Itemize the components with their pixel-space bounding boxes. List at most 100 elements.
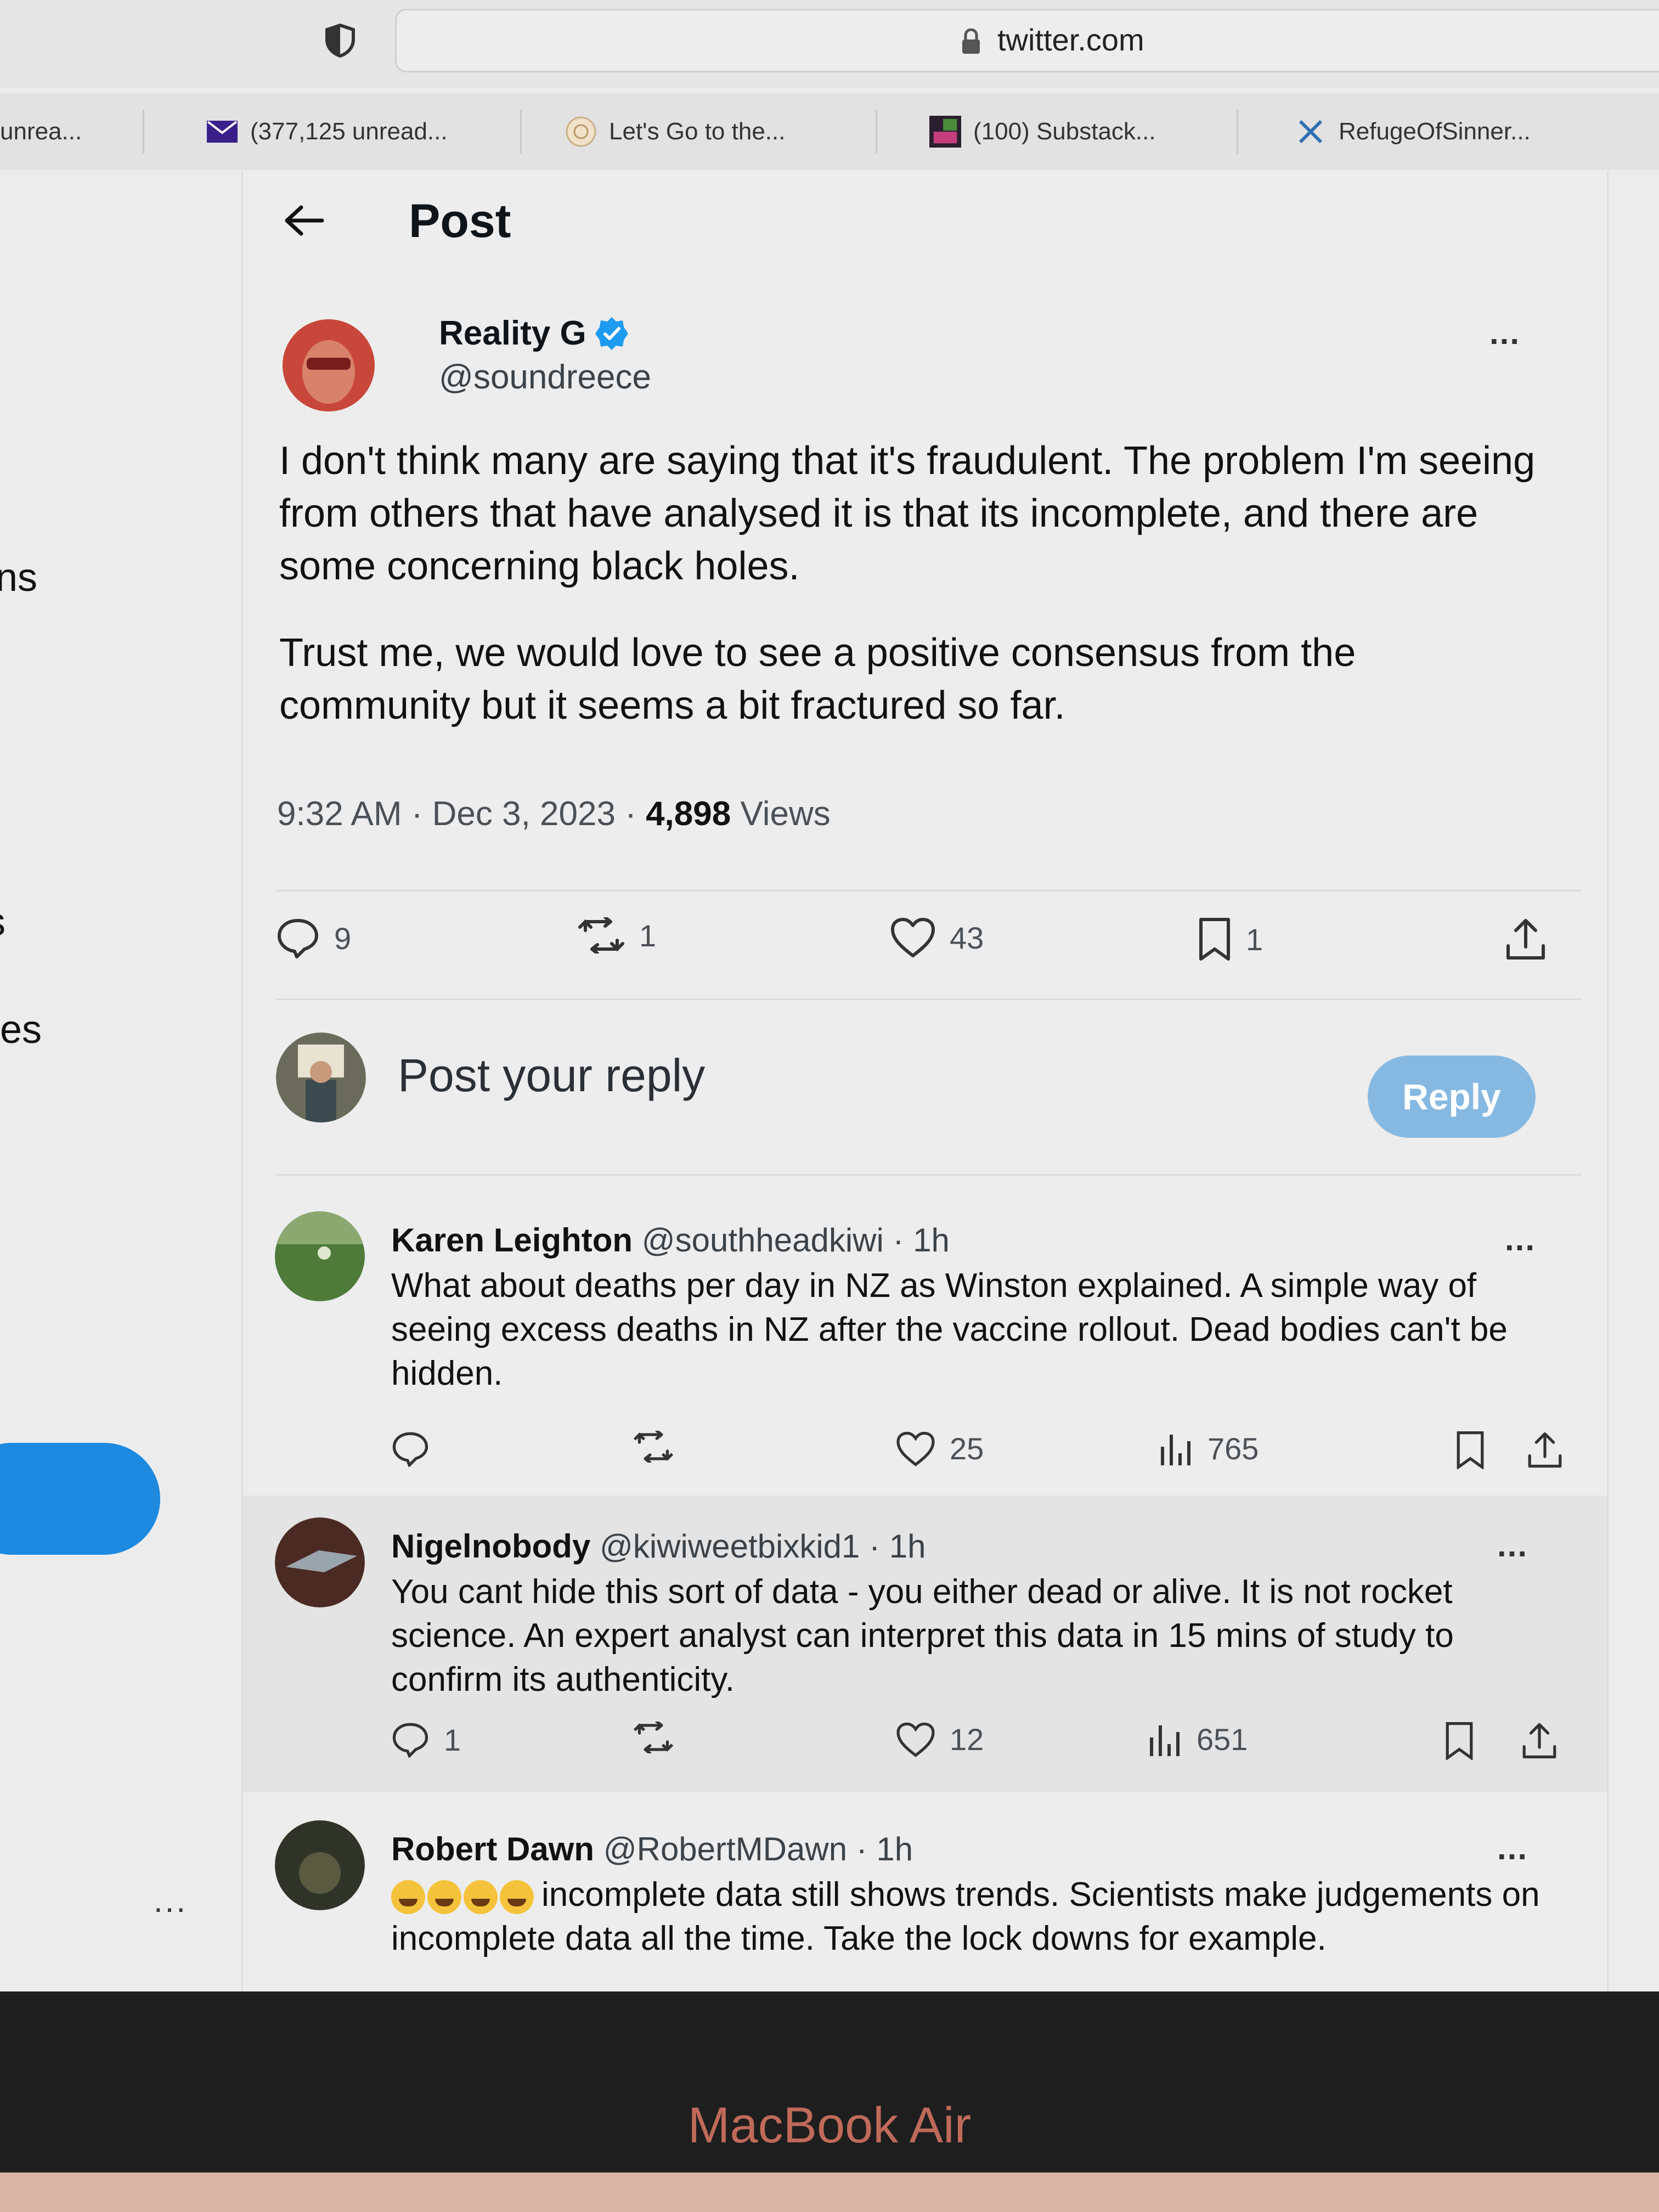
- author-name[interactable]: Reality G: [439, 314, 586, 353]
- joy-emoji-icon: [427, 1880, 461, 1914]
- divider: [276, 1174, 1582, 1176]
- tab-lets-go[interactable]: Let's Go to the...: [565, 93, 872, 170]
- reply-count: 9: [334, 921, 352, 956]
- avatar[interactable]: [276, 1032, 366, 1122]
- reply-author-handle[interactable]: @southheadkiwi: [642, 1222, 884, 1259]
- reply-author-handle[interactable]: @RobertMDawn: [603, 1831, 847, 1867]
- site-icon: [565, 116, 597, 148]
- avatar[interactable]: [283, 319, 375, 411]
- divider: [276, 998, 1582, 1000]
- tab-x[interactable]: RefugeOfSinner...: [1295, 93, 1646, 170]
- sidebar-partial-label[interactable]: ns: [0, 555, 37, 600]
- repost-icon: [633, 1431, 674, 1463]
- rofl-emoji-icon: [391, 1880, 425, 1914]
- post-time[interactable]: 9:32 AM: [277, 795, 402, 833]
- reply-author-handle[interactable]: @kiwiweetbixkid1: [600, 1528, 860, 1565]
- bookmark-action[interactable]: [1455, 1431, 1499, 1469]
- share-action[interactable]: [1505, 917, 1561, 961]
- sidebar-partial-label[interactable]: es: [0, 1007, 42, 1052]
- back-arrow-icon[interactable]: [283, 204, 324, 237]
- reply-text: What about deaths per day in NZ as Winst…: [391, 1267, 1508, 1392]
- post-paragraph: I don't think many are saying that it's …: [279, 439, 1536, 588]
- reply-header: Karen Leighton @southheadkiwi · 1h: [391, 1221, 950, 1259]
- tab-divider: [143, 110, 144, 154]
- reply-action[interactable]: 9: [276, 917, 351, 959]
- substack-icon: [929, 116, 961, 148]
- like-action[interactable]: 25: [896, 1431, 984, 1466]
- reply-action[interactable]: 1: [391, 1722, 461, 1758]
- views-count: 651: [1197, 1722, 1248, 1757]
- views-action[interactable]: 765: [1159, 1431, 1259, 1466]
- main-column: Post Reality G @soundreece ... I don't t…: [241, 171, 1609, 1991]
- more-options-icon[interactable]: ...: [1497, 1829, 1528, 1867]
- bookmark-count: 1: [1246, 922, 1263, 957]
- tab-bar: unrea... (377,125 unread... Let's Go to …: [0, 93, 1659, 170]
- reply-composer: Post your reply Reply: [276, 1016, 1582, 1138]
- repost-action[interactable]: [633, 1722, 689, 1753]
- views-count: 4,898: [646, 795, 731, 833]
- post-date[interactable]: Dec 3, 2023: [432, 795, 616, 833]
- reply-author-name[interactable]: Nigelnobody: [391, 1528, 590, 1565]
- bookmark-icon: [1199, 918, 1230, 961]
- tab-label: (377,125 unread...: [250, 118, 448, 145]
- share-icon: [1528, 1432, 1562, 1468]
- more-options-icon[interactable]: ...: [1505, 1220, 1536, 1258]
- share-action[interactable]: [1521, 1722, 1572, 1760]
- desk-surface: [0, 2172, 1659, 2212]
- tab-divider: [520, 110, 522, 154]
- reply-header: Robert Dawn @RobertMDawn · 1h: [391, 1830, 913, 1868]
- author-name-row: Reality G: [439, 314, 629, 353]
- tab-mail[interactable]: (377,125 unread...: [206, 93, 514, 170]
- repost-action[interactable]: [633, 1431, 689, 1463]
- reply-header: Nigelnobody @kiwiweetbixkid1 · 1h: [391, 1527, 926, 1565]
- mail-icon: [206, 116, 238, 148]
- share-icon: [1506, 919, 1545, 960]
- views-action[interactable]: 651: [1148, 1722, 1248, 1757]
- reply-item[interactable]: Karen Leighton @southheadkiwi · 1h ... W…: [243, 1189, 1607, 1420]
- more-options-icon[interactable]: ...: [1489, 314, 1520, 352]
- reply-action[interactable]: [391, 1431, 444, 1467]
- reply-button[interactable]: Reply: [1368, 1056, 1536, 1138]
- screen: twitter.com unrea... (377,125 unread... …: [0, 0, 1659, 1991]
- avatar[interactable]: [275, 1820, 365, 1910]
- heart-icon: [896, 1722, 935, 1757]
- sidebar-post-button[interactable]: [0, 1443, 160, 1555]
- post-author: Reality G @soundreece ...: [283, 308, 1544, 418]
- bookmark-action[interactable]: [1444, 1722, 1488, 1760]
- divider: [276, 890, 1582, 891]
- avatar[interactable]: [275, 1211, 365, 1301]
- sidebar-more-dots[interactable]: ...: [154, 1882, 188, 1920]
- tab-unread[interactable]: unrea...: [0, 93, 137, 170]
- tab-label: RefugeOfSinner...: [1339, 118, 1531, 145]
- sidebar-partial-label[interactable]: s: [0, 900, 5, 945]
- reply-icon: [392, 1432, 428, 1467]
- device-brand: MacBook Air: [687, 2097, 972, 2153]
- more-options-icon[interactable]: ...: [1497, 1526, 1528, 1564]
- avatar[interactable]: [275, 1517, 365, 1607]
- like-count: 12: [950, 1722, 984, 1757]
- post-action-bar: 9 1 43 1: [276, 917, 1582, 983]
- tab-label: unrea...: [0, 118, 82, 145]
- bookmark-action[interactable]: 1: [1198, 917, 1263, 961]
- like-action[interactable]: 12: [896, 1722, 984, 1757]
- reply-item[interactable]: Nigelnobody @kiwiweetbixkid1 · 1h ... Yo…: [243, 1496, 1607, 1792]
- reply-input[interactable]: Post your reply: [398, 1049, 705, 1102]
- reply-item[interactable]: Robert Dawn @RobertMDawn · 1h ... incomp…: [243, 1798, 1607, 1991]
- url-domain: twitter.com: [997, 22, 1144, 57]
- share-action[interactable]: [1527, 1431, 1577, 1469]
- reply-time[interactable]: · 1h: [869, 1528, 926, 1565]
- reply-author-name[interactable]: Robert Dawn: [391, 1831, 594, 1867]
- like-action[interactable]: 43: [890, 917, 984, 958]
- reply-action-bar: 1 12 651: [391, 1722, 1587, 1787]
- author-handle[interactable]: @soundreece: [439, 358, 651, 397]
- tab-substack[interactable]: (100) Substack...: [929, 93, 1237, 170]
- bookmark-icon: [1457, 1431, 1484, 1469]
- repost-action[interactable]: 1: [578, 917, 656, 953]
- reply-time[interactable]: · 1h: [856, 1831, 913, 1867]
- reply-icon: [392, 1723, 428, 1758]
- reply-author-name[interactable]: Karen Leighton: [391, 1222, 633, 1259]
- reply-time[interactable]: · 1h: [893, 1222, 950, 1259]
- repost-count: 1: [639, 918, 657, 953]
- privacy-shield-icon[interactable]: [323, 23, 358, 58]
- views-icon: [1150, 1725, 1180, 1756]
